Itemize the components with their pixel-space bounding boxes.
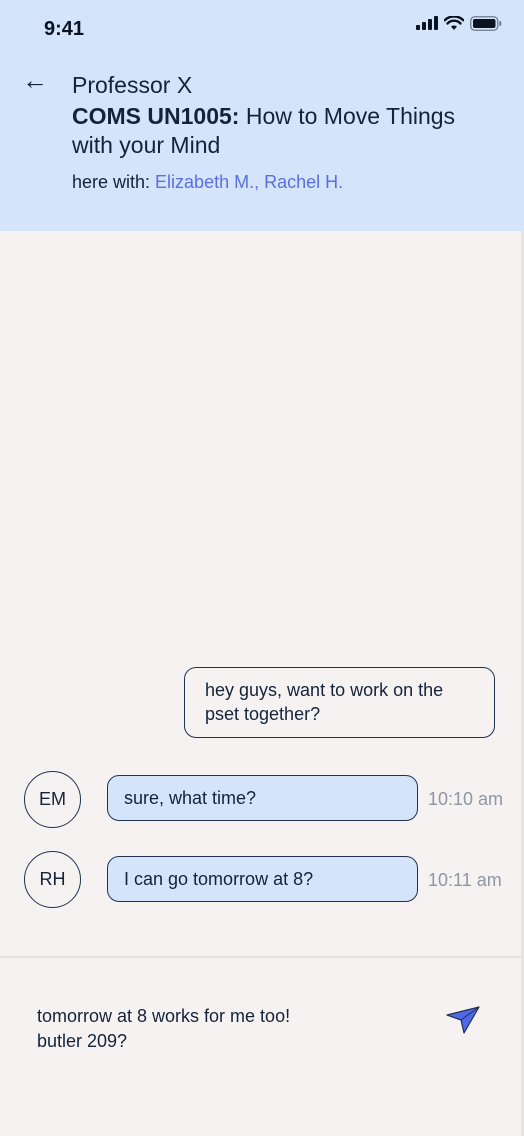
course-code: COMS UN1005:: [72, 103, 240, 129]
message-input[interactable]: tomorrow at 8 works for me too! butler 2…: [37, 1004, 417, 1054]
here-with-label: here with:: [72, 172, 156, 192]
professor-name: Professor X: [72, 72, 193, 98]
message-timestamp: 10:10 am: [428, 789, 504, 809]
avatar-em[interactable]: EM: [24, 771, 81, 828]
composer-divider: [0, 956, 521, 958]
message-timestamp: 10:11 am: [428, 870, 502, 890]
avatar-rh[interactable]: RH: [24, 851, 81, 908]
cellular-signal-icon: [416, 16, 438, 30]
incoming-message-bubble: sure, what time?: [107, 775, 418, 821]
incoming-message-bubble: I can go tomorrow at 8?: [107, 856, 418, 902]
status-time: 9:41: [44, 18, 85, 40]
participants-link[interactable]: Elizabeth M., Rachel H.: [155, 172, 343, 192]
participants-line: here with: Elizabeth M., Rachel H.: [72, 172, 343, 193]
outgoing-message-bubble: hey guys, want to work on the pset toget…: [184, 667, 495, 738]
chat-header: 9:41 ← Professor X COMS UN1005: How to M…: [0, 0, 524, 231]
wifi-icon: [444, 15, 464, 30]
battery-icon: [470, 15, 502, 31]
send-icon[interactable]: [446, 1006, 480, 1034]
course-title: COMS UN1005: How to Move Things with you…: [72, 102, 472, 160]
status-icons: [416, 14, 502, 32]
back-arrow-icon[interactable]: ←: [22, 66, 50, 94]
